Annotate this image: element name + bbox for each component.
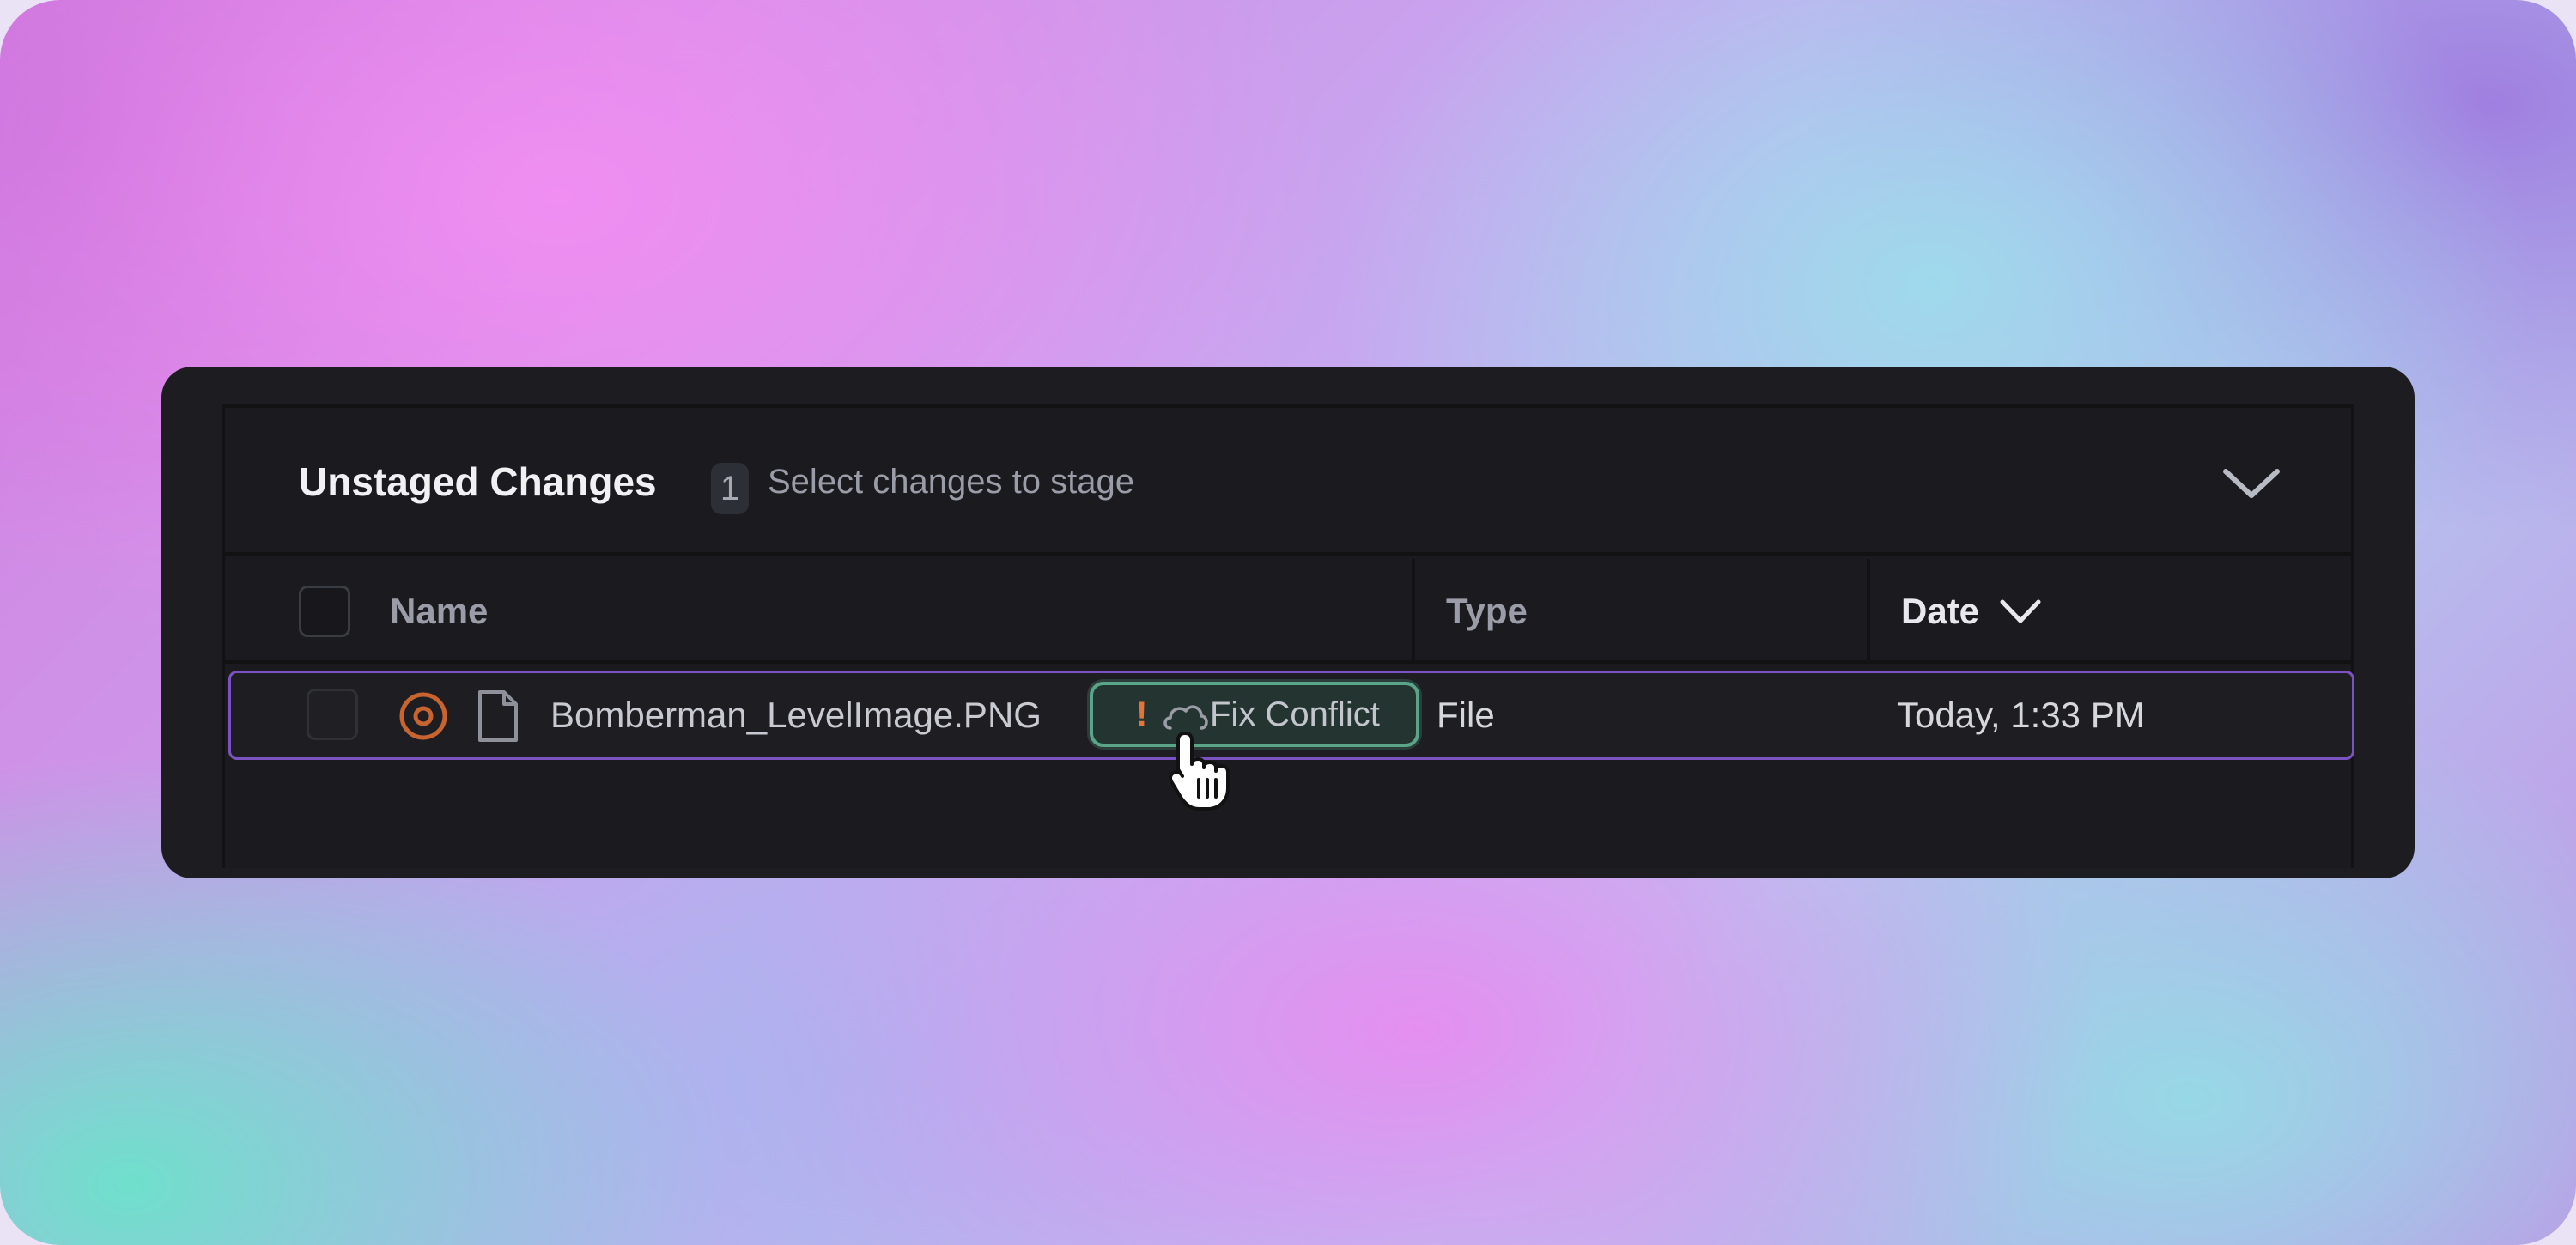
changes-panel: Unstaged Changes 1 Select changes to sta… [161, 367, 2415, 878]
hand-pointer-cursor-icon [1169, 732, 1230, 811]
select-all-checkbox[interactable] [299, 586, 350, 637]
column-header-date: Date [1901, 591, 1980, 631]
fix-conflict-button[interactable]: ! Fix Conflict [1090, 682, 1419, 747]
collapse-button[interactable] [2217, 458, 2286, 509]
file-name: Bomberman_LevelImage.PNG [550, 695, 1042, 735]
chevron-down-icon [2223, 469, 2280, 498]
section-header: Unstaged Changes 1 Select changes to sta… [225, 408, 2351, 556]
table-header: Name Type Date [225, 559, 2351, 664]
table-row[interactable]: Bomberman_LevelImage.PNG ! Fix Conflict … [228, 671, 2354, 760]
column-header-name[interactable]: Name [390, 559, 488, 664]
file-date: Today, 1:33 PM [1897, 695, 2145, 735]
row-checkbox[interactable] [307, 689, 358, 740]
column-divider [1867, 559, 1870, 664]
conflict-status-icon [399, 692, 447, 740]
fix-conflict-label: Fix Conflict [1210, 695, 1380, 733]
file-type: File [1437, 695, 1495, 735]
file-icon [478, 690, 518, 742]
section-subtitle: Select changes to stage [768, 463, 1134, 501]
alert-icon: ! [1136, 695, 1148, 733]
column-header-type[interactable]: Type [1446, 559, 1528, 664]
chevron-down-icon [2000, 599, 2041, 623]
changes-count-badge: 1 [711, 463, 749, 514]
column-header-date-sort[interactable]: Date [1901, 559, 2107, 664]
column-divider [1412, 559, 1415, 664]
cloud-icon [1163, 705, 1208, 730]
changes-panel-inner: Unstaged Changes 1 Select changes to sta… [222, 404, 2354, 868]
section-title: Unstaged Changes [299, 459, 657, 504]
